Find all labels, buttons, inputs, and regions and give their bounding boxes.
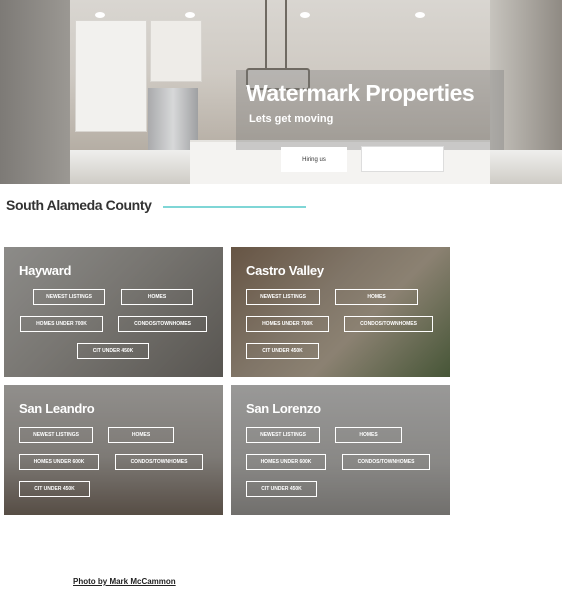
tag-homes[interactable]: HOMES: [121, 289, 193, 305]
tag-newest-listings[interactable]: NEWEST LISTINGS: [246, 427, 320, 443]
tag-newest-listings[interactable]: NEWEST LISTINGS: [33, 289, 105, 305]
tag-newest-listings[interactable]: NEWEST LISTINGS: [246, 289, 320, 305]
pendant-cord: [285, 0, 287, 70]
tag-condos-townhomes[interactable]: CONDOS/TOWNHOMES: [342, 454, 430, 470]
card-title: San Leandro: [19, 401, 95, 416]
tag-homes[interactable]: HOMES: [108, 427, 174, 443]
tag-homes-under-price[interactable]: HOMES UNDER 700K: [20, 316, 103, 332]
tag-newest-listings[interactable]: NEWEST LISTINGS: [19, 427, 93, 443]
tag-homes-under-price[interactable]: HOMES UNDER 600K: [19, 454, 99, 470]
tag-homes[interactable]: HOMES: [335, 427, 402, 443]
card-title: Castro Valley: [246, 263, 324, 278]
tag-cit-under-450k[interactable]: CIT UNDER 450K: [246, 481, 317, 497]
hero-banner: Watermark Properties Lets get moving Hir…: [0, 0, 562, 184]
card-title: Hayward: [19, 263, 72, 278]
hire-us-button[interactable]: Hiring us: [281, 147, 347, 172]
tag-homes[interactable]: HOMES: [335, 289, 418, 305]
secondary-button[interactable]: [361, 146, 444, 172]
city-card-san-leandro[interactable]: San Leandro NEWEST LISTINGS HOMES HOMES …: [4, 385, 223, 515]
ceiling-light: [95, 12, 105, 18]
tag-homes-under-price[interactable]: HOMES UNDER 600K: [246, 454, 326, 470]
section-title: South Alameda County: [6, 197, 152, 213]
city-card-san-lorenzo[interactable]: San Lorenzo NEWEST LISTINGS HOMES HOMES …: [231, 385, 450, 515]
city-card-castro-valley[interactable]: Castro Valley NEWEST LISTINGS HOMES HOME…: [231, 247, 450, 377]
ceiling-light: [415, 12, 425, 18]
hero-title: Watermark Properties: [246, 80, 475, 106]
photo-credit-link[interactable]: Photo by Mark McCammon: [73, 577, 176, 586]
ceiling-light: [185, 12, 195, 18]
tag-cit-under-450k[interactable]: CIT UNDER 450K: [19, 481, 90, 497]
hero-subtitle: Lets get moving: [249, 113, 334, 125]
card-title: San Lorenzo: [246, 401, 321, 416]
tag-cit-under-450k[interactable]: CIT UNDER 450K: [246, 343, 319, 359]
ceiling-light: [300, 12, 310, 18]
hero-image-wall: [0, 0, 70, 184]
city-card-hayward[interactable]: Hayward NEWEST LISTINGS HOMES HOMES UNDE…: [4, 247, 223, 377]
hero-image-cabinet: [150, 20, 202, 82]
tag-cit-under-450k[interactable]: CIT UNDER 450K: [77, 343, 149, 359]
tag-condos-townhomes[interactable]: CONDOS/TOWNHOMES: [118, 316, 207, 332]
hero-image-cabinet: [75, 20, 147, 132]
tag-homes-under-price[interactable]: HOMES UNDER 700K: [246, 316, 329, 332]
tag-condos-townhomes[interactable]: CONDOS/TOWNHOMES: [115, 454, 203, 470]
section-divider: [163, 206, 306, 208]
tag-condos-townhomes[interactable]: CONDOS/TOWNHOMES: [344, 316, 433, 332]
pendant-cord: [265, 0, 267, 70]
